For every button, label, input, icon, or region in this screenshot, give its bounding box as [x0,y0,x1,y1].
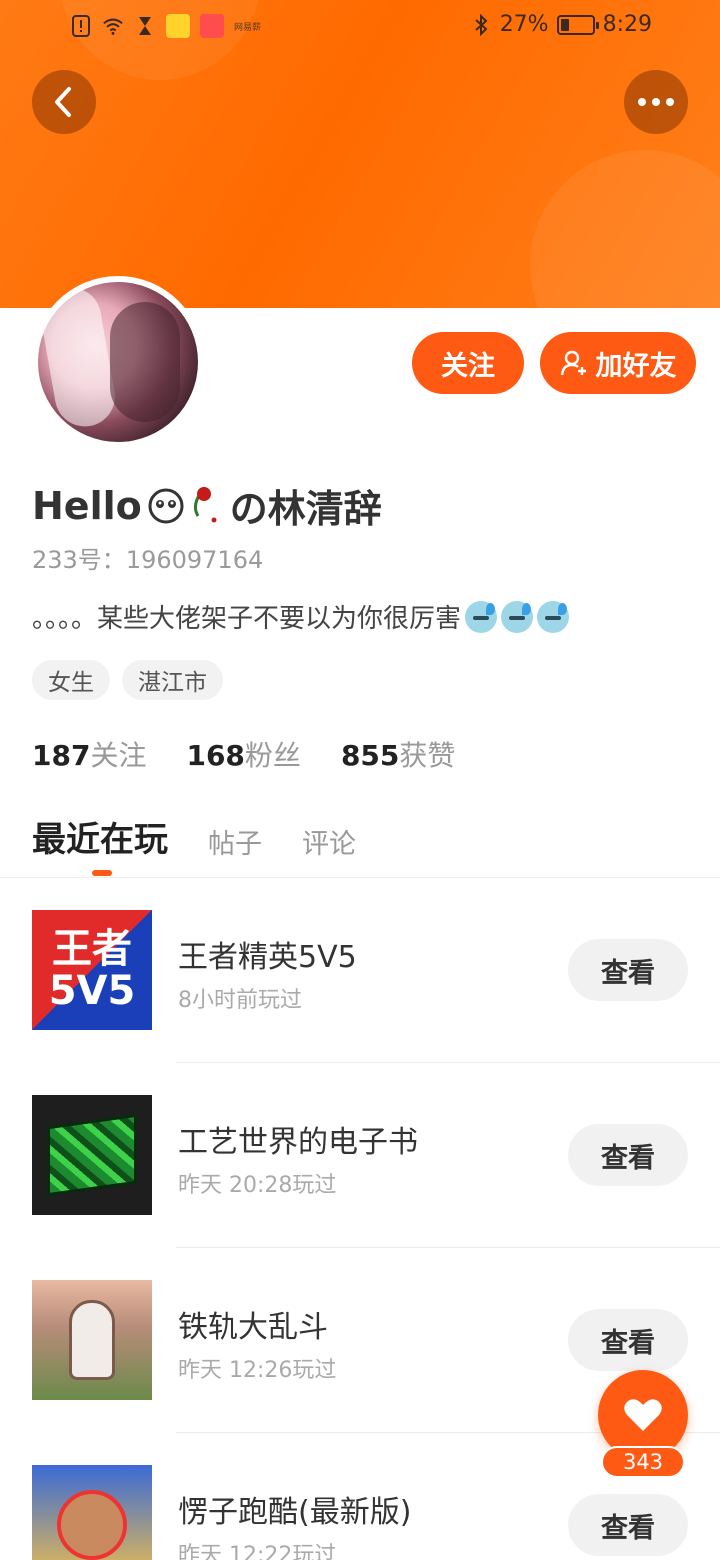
game-last-played: 昨天 12:26玩过 [178,1358,337,1383]
username-prefix: Hello [32,483,142,528]
status-system-icons: 27% 8:29 [470,12,652,37]
more-dots-icon [638,98,674,106]
tag-city: 湛江市 [122,660,223,700]
stat-count: 187 [32,739,91,772]
stat-followers[interactable]: 168粉丝 [186,734,300,774]
game-last-played: 8小时前玩过 [178,988,302,1013]
follow-button-label: 关注 [441,350,495,382]
view-button[interactable]: 查看 [568,1309,688,1371]
game-icon-text: 王者 [52,926,132,972]
active-tab-indicator [92,870,112,876]
username: Hello の林清辞 [32,478,382,533]
view-button[interactable]: 查看 [568,1494,688,1556]
grass-block-icon [47,1113,137,1197]
profile-header-banner: 网易薪 27% 8:29 [0,0,720,308]
add-friend-button[interactable]: 加好友 [540,332,696,394]
game-title: 铁轨大乱斗 [178,1310,328,1345]
character-face-icon [57,1490,127,1560]
follow-button[interactable]: 关注 [412,332,524,394]
list-item[interactable]: 王者 5V5 王者精英5V5 8小时前玩过 查看 [0,878,720,1063]
bio: 。。。。某些大佬架子不要以为你很厉害 [32,598,570,635]
tab-comments[interactable]: 评论 [302,822,356,861]
user-id-label: 233号： [32,546,126,574]
battery-fill [560,18,569,31]
tab-posts[interactable]: 帖子 [208,822,262,861]
like-count-badge: 343 [601,1446,685,1478]
game-title: 王者精英5V5 [178,940,357,975]
game-icon-text: 5V5 [48,968,136,1014]
username-suffix: の林清辞 [229,487,382,531]
heart-icon [624,1399,662,1431]
app-notification-icon [200,14,224,38]
tab-label: 帖子 [208,829,262,860]
game-icon-rail-brawl [32,1280,152,1400]
stat-count: 168 [186,739,245,772]
more-button[interactable] [624,70,688,134]
stat-label: 关注 [90,739,147,772]
game-icon-wangzhe: 王者 5V5 [32,910,152,1030]
stat-label: 获赞 [399,739,456,772]
cold-sweat-emoji-icon [501,600,534,633]
user-id: 233号：196097164 [32,540,263,575]
profile-tabs: 最近在玩 帖子 评论 [32,812,356,876]
status-notification-icons: 网易薪 [70,14,261,38]
bluetooth-icon [470,13,492,36]
game-title: 工艺世界的电子书 [178,1125,418,1160]
game-last-played: 昨天 12:22玩过 [178,1543,337,1560]
stat-likes[interactable]: 855获赞 [341,734,455,774]
alert-icon [70,15,92,37]
profile-tags: 女生 湛江市 [32,660,223,700]
stat-label: 粉丝 [244,739,301,772]
profile-stats: 187关注 168粉丝 855获赞 [32,734,455,774]
game-icon-craft [32,1095,152,1215]
stat-following[interactable]: 187关注 [32,734,146,774]
cold-sweat-emoji-icon [537,600,570,633]
game-icon-parkour [32,1465,152,1560]
add-friend-button-label: 加好友 [595,350,677,382]
banner-decoration [530,150,720,308]
stat-count: 855 [340,739,400,772]
status-bar: 网易薪 27% 8:29 [0,0,720,56]
notification-text: 网易薪 [234,22,262,33]
tab-label: 评论 [302,829,356,860]
view-button[interactable]: 查看 [568,1124,688,1186]
battery-percent: 27% [499,12,549,37]
view-button[interactable]: 查看 [568,939,688,1001]
character-icon [69,1300,115,1380]
list-item[interactable]: 工艺世界的电子书 昨天 20:28玩过 查看 [0,1063,720,1248]
weibo-app-icon [166,14,190,38]
cold-sweat-emoji-icon [465,600,498,633]
wifi-icon [102,15,124,37]
game-title: 愣子跑酷(最新版) [178,1495,412,1530]
game-last-played: 昨天 20:28玩过 [178,1173,337,1198]
tag-gender: 女生 [32,660,110,700]
back-button[interactable] [32,70,96,134]
battery-icon [556,14,599,35]
avatar[interactable] [32,276,204,448]
panda-rose-icon [148,486,217,523]
user-id-value: 196097164 [125,546,264,574]
user-plus-icon [560,350,586,376]
tab-label: 最近在玩 [32,820,168,860]
hourglass-icon [134,15,156,37]
clock: 8:29 [602,12,652,37]
chevron-left-icon [55,87,71,117]
bio-text: 。。。。某些大佬架子不要以为你很厉害 [32,604,462,634]
avatar-image [38,282,198,442]
tab-recently-played[interactable]: 最近在玩 [32,812,168,876]
profile-page: 网易薪 27% 8:29 关注 加好友 Hello の林清辞 233号：1960… [0,0,720,1560]
